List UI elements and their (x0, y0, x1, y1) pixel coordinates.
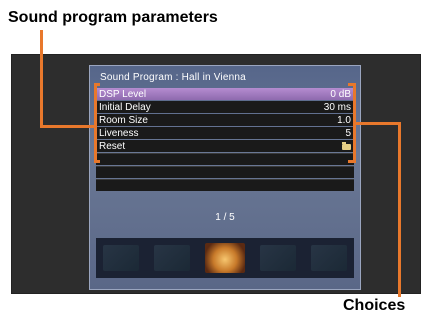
param-label: Reset (99, 140, 126, 152)
callout-line-left-horizontal (40, 125, 96, 128)
folder-icon (342, 142, 351, 150)
callout-line-left-vertical (40, 30, 43, 128)
param-value: 0 dB (330, 88, 351, 100)
bracket-right-cap-top (348, 83, 356, 86)
param-row-reset[interactable]: Reset (96, 140, 354, 152)
callout-sound-program-parameters: Sound program parameters (8, 9, 218, 26)
empty-row (96, 166, 354, 178)
hall-thumbnail-5[interactable] (310, 245, 347, 271)
parameter-list: DSP Level 0 dB Initial Delay 30 ms Room … (96, 88, 354, 192)
empty-row (96, 179, 354, 191)
hall-thumbnail-2[interactable] (154, 245, 191, 271)
sound-program-thumbnails (96, 238, 354, 278)
hall-thumbnail-4[interactable] (259, 245, 296, 271)
param-label: DSP Level (99, 88, 147, 100)
bracket-left-top (94, 83, 97, 163)
bracket-left-cap-top (94, 83, 100, 86)
bracket-left-cap-bottom (94, 160, 100, 163)
param-label: Room Size (99, 114, 148, 126)
hall-thumbnail-1[interactable] (103, 245, 140, 271)
param-value: 5 (345, 127, 351, 139)
callout-choices: Choices (343, 297, 406, 314)
param-value: 1.0 (337, 114, 351, 126)
param-row-initial-delay[interactable]: Initial Delay 30 ms (96, 101, 354, 113)
param-row-dsp-level[interactable]: DSP Level 0 dB (96, 88, 354, 100)
empty-row (96, 153, 354, 165)
panel-title: Sound Program : Hall in Vienna (100, 72, 246, 83)
param-row-liveness[interactable]: Liveness 5 (96, 127, 354, 139)
param-label: Initial Delay (99, 101, 151, 113)
sound-program-panel: Sound Program : Hall in Vienna DSP Level… (89, 65, 361, 290)
param-row-room-size[interactable]: Room Size 1.0 (96, 114, 354, 126)
hall-thumbnail-3[interactable] (204, 243, 245, 273)
param-value: 30 ms (323, 101, 351, 113)
param-label: Liveness (99, 127, 139, 139)
callout-line-right-horizontal (353, 122, 401, 125)
bracket-right-cap-bottom (348, 160, 356, 163)
page-indicator: 1 / 5 (215, 212, 235, 223)
callout-line-right-vertical (398, 122, 401, 297)
